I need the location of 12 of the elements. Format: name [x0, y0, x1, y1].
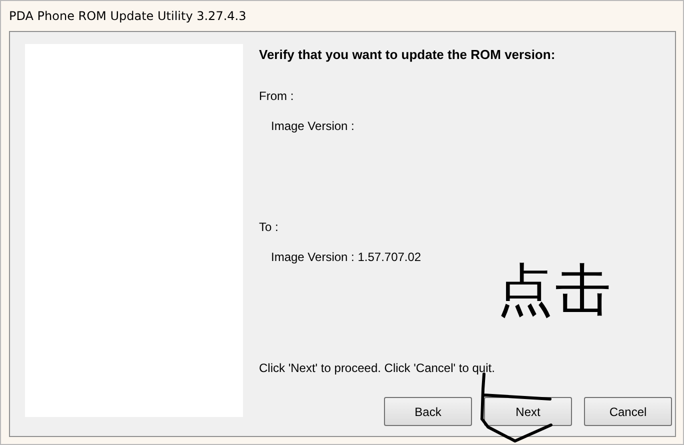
heading: Verify that you want to update the ROM version:	[259, 47, 556, 62]
cancel-button[interactable]: Cancel	[584, 397, 672, 426]
instruction-text: Click 'Next' to proceed. Click 'Cancel' to quit.	[259, 361, 496, 375]
window-title: PDA Phone ROM Update Utility 3.27.4.3	[8, 8, 248, 24]
handwritten-note: 点击	[497, 263, 613, 319]
image-version-label: Image Version :	[270, 119, 356, 133]
back-button[interactable]: Back	[384, 397, 472, 426]
from-label: From :	[259, 89, 295, 103]
to-label: To :	[259, 220, 280, 234]
next-button[interactable]: Next	[484, 397, 572, 426]
hand-drawn-mark	[480, 372, 552, 442]
image-version-label: Image Version : 1.57.707.02	[270, 250, 422, 264]
